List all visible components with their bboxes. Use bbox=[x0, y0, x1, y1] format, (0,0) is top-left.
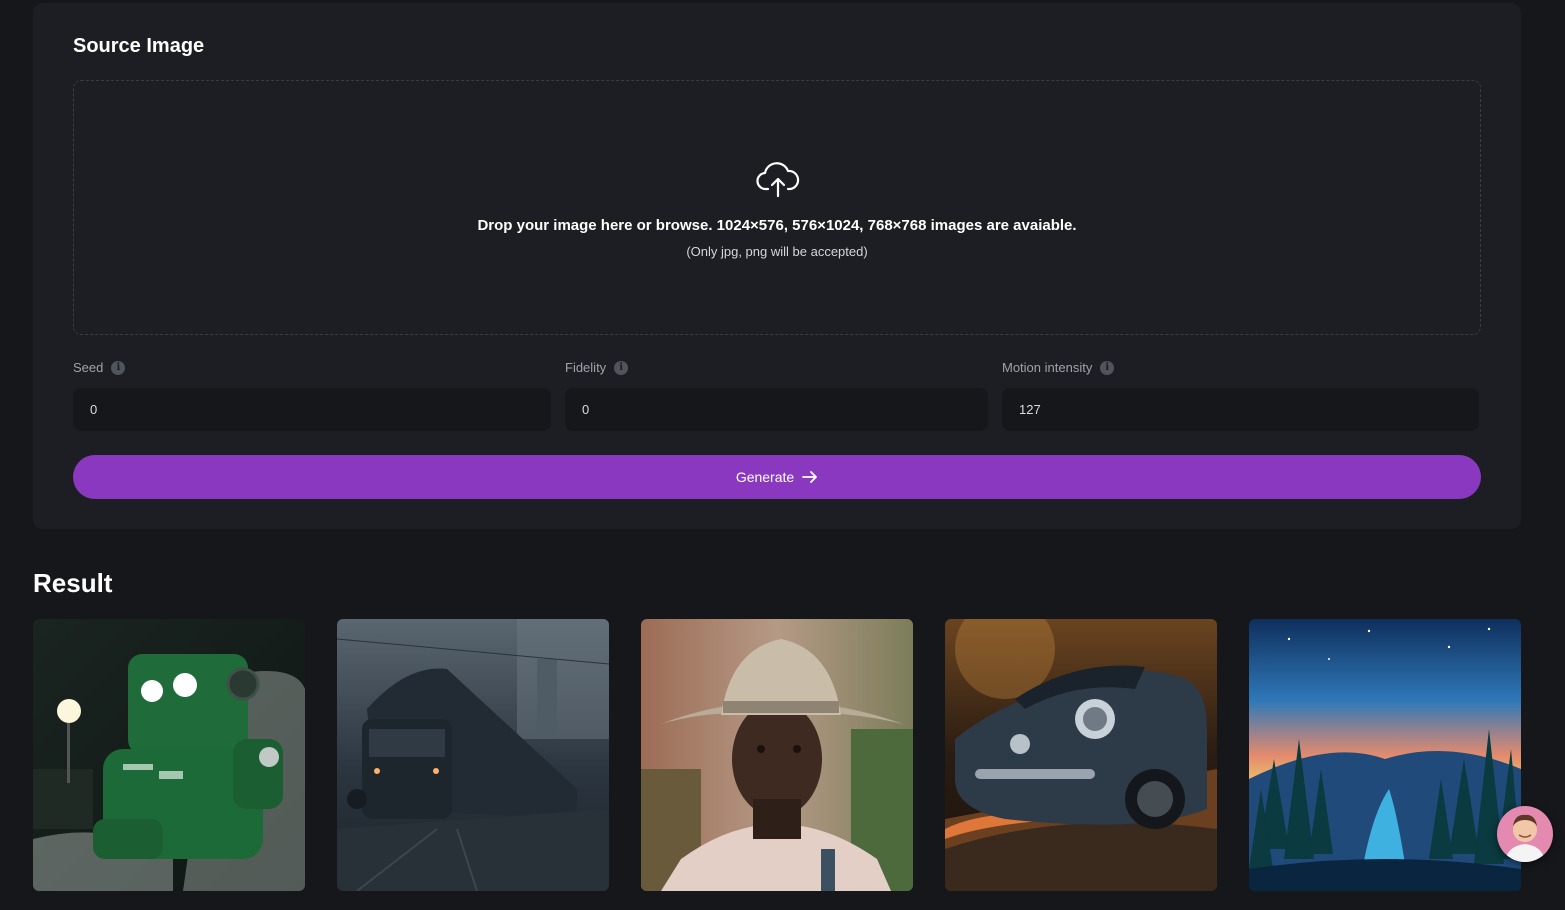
source-image-title: Source Image bbox=[73, 35, 205, 57]
train-image bbox=[337, 619, 609, 891]
cloud-upload-icon bbox=[756, 162, 800, 198]
seed-input[interactable] bbox=[73, 388, 551, 431]
seed-label: Seed i bbox=[73, 360, 126, 375]
result-thumbnail-cowboy[interactable] bbox=[641, 619, 913, 891]
result-thumbnail-train[interactable] bbox=[337, 619, 609, 891]
motion-intensity-label-text: Motion intensity bbox=[1002, 360, 1093, 375]
robot-image bbox=[33, 619, 305, 891]
support-avatar[interactable] bbox=[1497, 806, 1553, 862]
generate-button-label: Generate bbox=[735, 469, 795, 485]
fidelity-info-icon[interactable]: i bbox=[614, 360, 629, 375]
fidelity-label-text: Fidelity bbox=[565, 360, 607, 375]
motion-intensity-info-icon[interactable]: i bbox=[1100, 360, 1115, 375]
motion-intensity-input[interactable] bbox=[1002, 388, 1479, 431]
motion-intensity-label: Motion intensity i bbox=[1002, 360, 1115, 375]
avatar-icon bbox=[1497, 806, 1553, 862]
source-image-panel: Source Image Drop your image here or bro… bbox=[33, 3, 1521, 529]
result-title: Result bbox=[33, 568, 113, 598]
dropzone-file-types: (Only jpg, png will be accepted) bbox=[686, 244, 868, 259]
cowboy-image bbox=[641, 619, 913, 891]
result-thumbnail-car[interactable] bbox=[945, 619, 1217, 891]
arrow-right-icon bbox=[802, 471, 818, 483]
car-image bbox=[945, 619, 1217, 891]
seed-info-icon[interactable]: i bbox=[111, 360, 126, 375]
result-thumbnail-robot[interactable] bbox=[33, 619, 305, 891]
fidelity-input[interactable] bbox=[565, 388, 988, 431]
dropzone-instructions: Drop your image here or browse. 1024×576… bbox=[477, 217, 1077, 234]
generate-button[interactable]: Generate bbox=[73, 455, 1481, 499]
forest-image bbox=[1249, 619, 1521, 891]
fidelity-label: Fidelity i bbox=[565, 360, 629, 375]
seed-label-text: Seed bbox=[73, 360, 104, 375]
result-thumbnail-forest[interactable] bbox=[1249, 619, 1521, 891]
image-dropzone[interactable]: Drop your image here or browse. 1024×576… bbox=[73, 80, 1481, 335]
